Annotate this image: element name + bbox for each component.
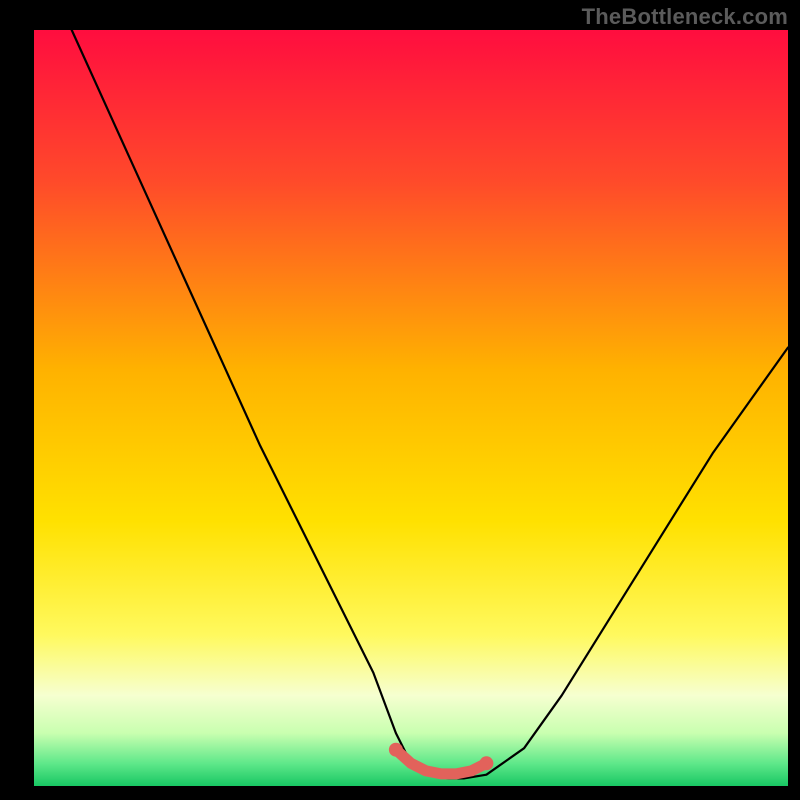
bottleneck-chart — [0, 0, 800, 800]
watermark-text: TheBottleneck.com — [582, 4, 788, 30]
bottom-hump-endcap — [479, 756, 493, 770]
chart-frame: { "watermark": "TheBottleneck.com", "col… — [0, 0, 800, 800]
plot-area — [34, 30, 788, 786]
bottom-hump-endcap — [389, 743, 403, 757]
